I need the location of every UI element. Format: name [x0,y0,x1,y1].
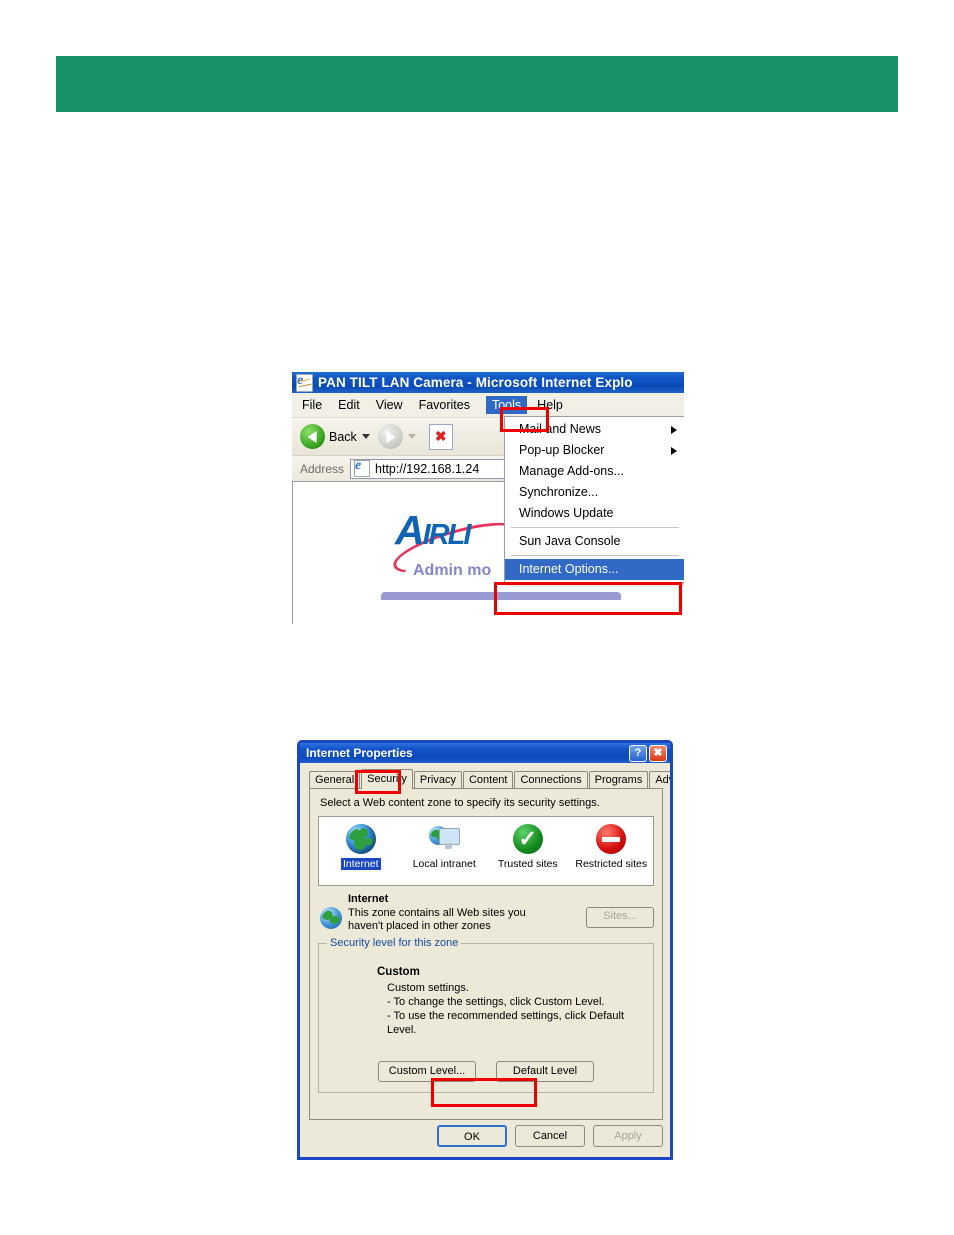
menu-item-file[interactable]: File [302,398,322,412]
tab-connections[interactable]: Connections [514,771,588,789]
menu-item-favorites[interactable]: Favorites [419,398,470,412]
zone-internet-label: Internet [340,858,381,870]
sites-button[interactable]: Sites... [586,907,654,928]
menu-item-edit[interactable]: Edit [338,398,360,412]
close-button[interactable]: ✖ [649,744,667,762]
security-level-line3: - To use the recommended settings, click… [387,1010,625,1036]
apply-button[interactable]: Apply [593,1125,663,1147]
zone-description: Internet This zone contains all Web site… [318,893,654,933]
zone-internet[interactable]: Internet [319,824,403,870]
menu-manage-addons-label: Manage Add-ons... [519,464,624,478]
custom-level-highlight [431,1078,537,1107]
tools-menu-highlight [500,407,549,432]
stop-button[interactable] [428,423,453,450]
tab-privacy[interactable]: Privacy [413,771,462,789]
menu-synchronize[interactable]: Synchronize... [505,482,684,503]
zone-description-name: Internet [348,893,389,905]
page-header-banner [56,56,898,112]
tab-content[interactable]: Content [462,771,514,789]
admin-mode-label: Admin mo [413,562,492,579]
menu-popup-blocker[interactable]: Pop-up Blocker [505,440,684,461]
internet-options-highlight [494,582,682,615]
zone-trusted-sites-label: Trusted sites [497,858,558,870]
menu-sun-java-console[interactable]: Sun Java Console [505,531,684,552]
security-tab-highlight [355,770,401,794]
security-level-name: Custom [377,966,420,978]
browser-menubar: File Edit View Favorites Tools Help [292,393,684,418]
security-level-line1: Custom settings. [387,982,469,994]
trusted-check-icon [512,824,543,854]
logo-text: AIRLI [395,507,472,557]
address-value: http://192.168.1.24 [375,461,480,476]
security-tab-panel: Select a Web content zone to specify its… [309,788,663,1120]
globe-icon [345,824,376,854]
menu-manage-addons[interactable]: Manage Add-ons... [505,461,684,482]
security-zone-list: Internet Local intranet Trusted sites Re… [318,816,654,886]
logo-rest: IRLI [422,519,472,551]
dialog-titlebar-buttons: ? ✖ [629,744,667,762]
zone-description-line2: haven't placed in other zones [348,920,491,932]
zone-local-intranet[interactable]: Local intranet [403,824,487,870]
back-history-chevron-icon[interactable] [361,434,370,439]
zone-trusted-sites[interactable]: Trusted sites [486,824,570,870]
zone-local-intranet-label: Local intranet [412,858,476,870]
menu-windows-update-label: Windows Update [519,506,614,520]
tab-general[interactable]: General [309,771,361,789]
menu-popup-blocker-label: Pop-up Blocker [519,443,605,457]
tab-advanced[interactable]: Advanced [649,771,670,789]
submenu-arrow-icon [671,446,677,455]
menu-item-view[interactable]: View [376,398,403,412]
help-button[interactable]: ? [629,744,647,762]
back-button-label: Back [329,429,357,444]
intranet-icon [429,824,461,854]
dialog-titlebar: Internet Properties ? ✖ [300,743,670,763]
menu-sun-java-console-label: Sun Java Console [519,534,621,548]
menu-internet-options[interactable]: Internet Options... [505,559,684,580]
tools-dropdown-menu: Mail and News Pop-up Blocker Manage Add-… [504,416,684,583]
back-button[interactable] [300,424,325,449]
forward-button[interactable] [377,424,403,449]
forward-history-chevron-icon [407,434,416,439]
security-lead-text: Select a Web content zone to specify its… [320,797,600,809]
logo-letter-a: A [395,507,425,553]
globe-icon [320,907,342,929]
menu-separator [511,527,679,528]
browser-titlebar: PAN TILT LAN Camera - Microsoft Internet… [292,372,684,393]
menu-windows-update[interactable]: Windows Update [505,503,684,524]
tab-programs[interactable]: Programs [588,771,649,789]
submenu-arrow-icon [671,425,677,434]
ok-button[interactable]: OK [437,1125,507,1147]
zone-description-text: Internet This zone contains all Web site… [348,893,586,933]
security-level-legend: Security level for this zone [327,937,462,949]
menu-synchronize-label: Synchronize... [519,485,599,499]
cancel-button[interactable]: Cancel [515,1125,585,1147]
menu-separator [511,555,679,556]
security-level-group: Security level for this zone Custom Cust… [318,937,654,1093]
zone-description-line1: This zone contains all Web sites you [348,907,526,919]
security-level-line2: - To change the settings, click Custom L… [387,996,605,1008]
address-label: Address [300,461,345,476]
zone-restricted-sites-label: Restricted sites [575,858,648,870]
restricted-deny-icon [596,824,627,854]
dialog-title: Internet Properties [306,746,413,760]
internet-explorer-icon [296,373,313,392]
zone-restricted-sites[interactable]: Restricted sites [570,824,654,870]
menu-internet-options-label: Internet Options... [519,562,619,576]
dialog-footer: OK Cancel Apply [309,1124,663,1148]
browser-title-text: PAN TILT LAN Camera - Microsoft Internet… [318,375,633,390]
address-page-icon [354,458,371,477]
